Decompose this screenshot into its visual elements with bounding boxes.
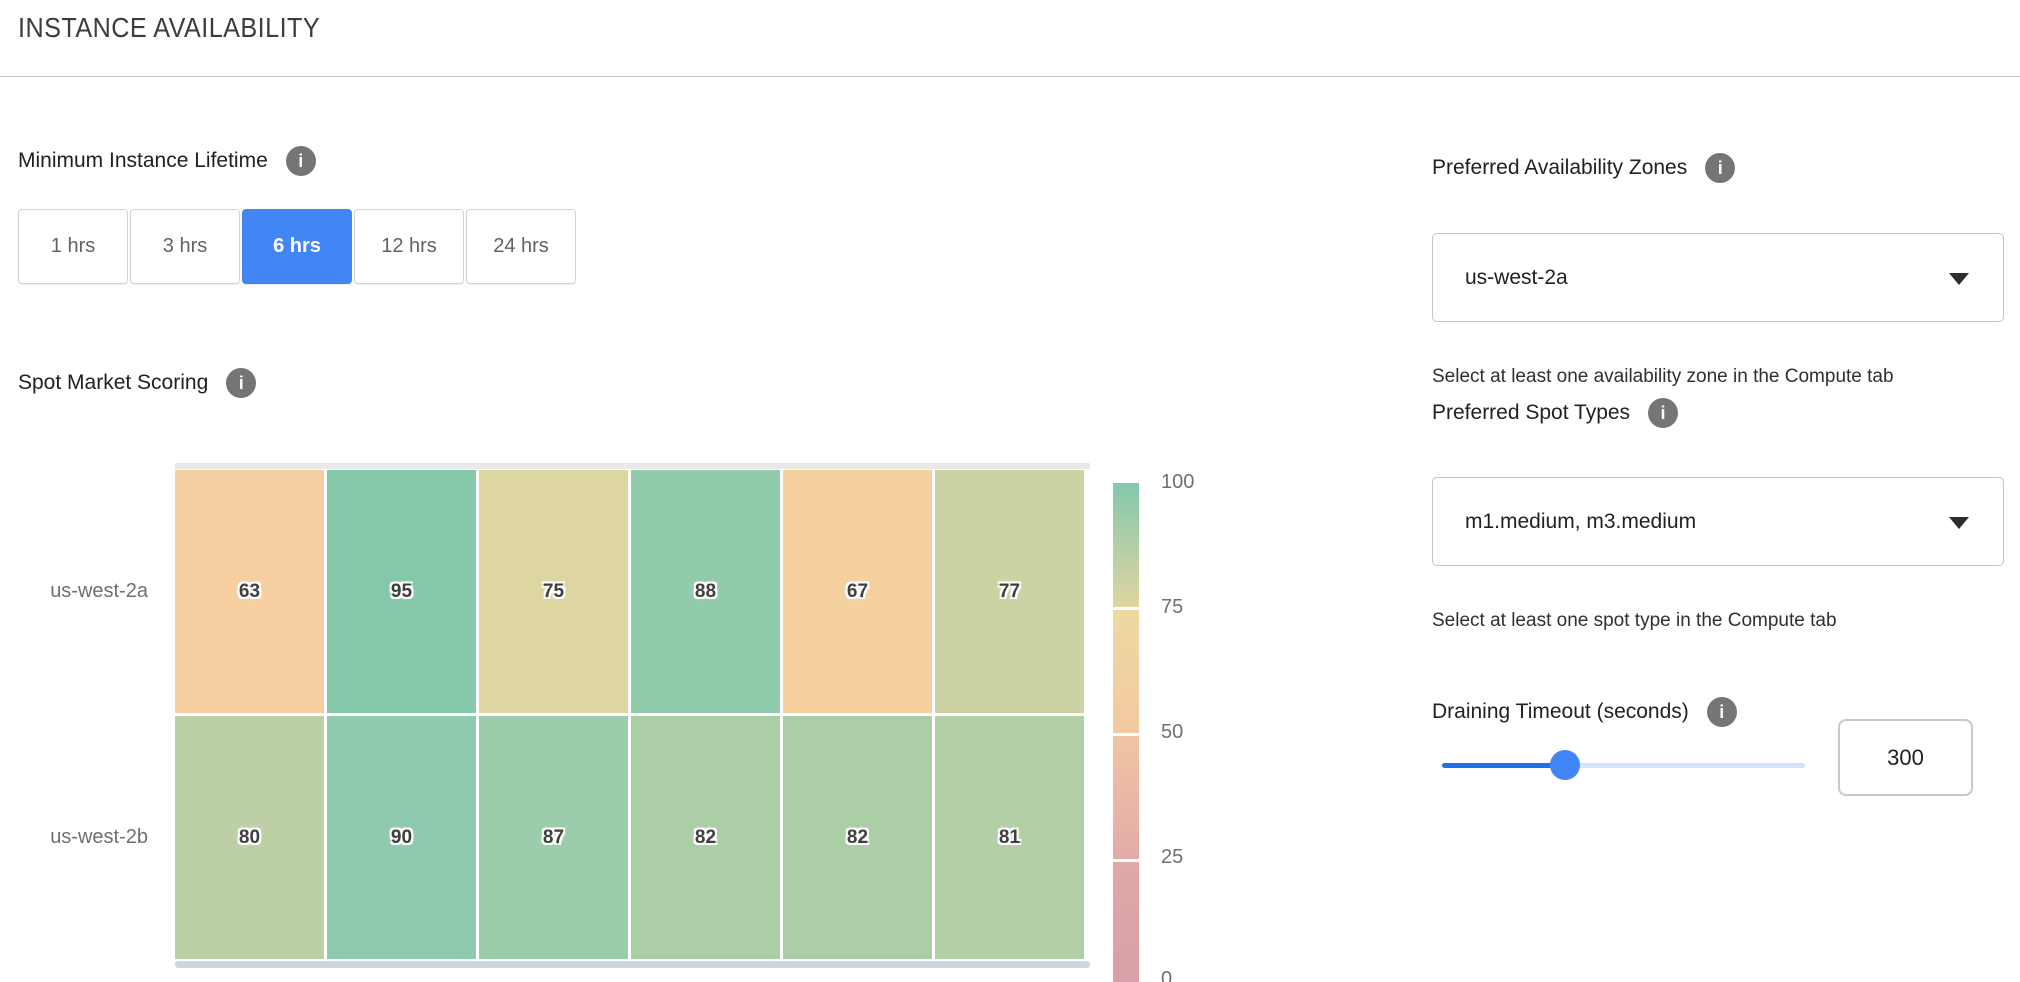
heatmap-row-us-west-2a: 63 95 75 88 67 77: [175, 470, 1084, 713]
colorbar-segment: [1113, 610, 1139, 733]
heatmap-top-strip: [175, 463, 1090, 469]
heatmap-cell: 82: [783, 716, 932, 959]
heatmap-cell-value: 82: [847, 827, 868, 849]
draining-timeout-slider[interactable]: [1442, 750, 1805, 780]
slider-fill: [1442, 763, 1565, 768]
colorbar-segment: [1113, 736, 1139, 859]
colorbar-tick: 25: [1161, 846, 1231, 869]
draining-timeout-info-icon[interactable]: i: [1707, 697, 1737, 727]
preferred-availability-zones-info-icon[interactable]: i: [1705, 153, 1735, 183]
heatmap-row-label: us-west-2b: [18, 826, 148, 849]
lifetime-option-3-hrs[interactable]: 3 hrs: [130, 209, 240, 284]
colorbar-segment: [1113, 862, 1139, 982]
draining-timeout-label: Draining Timeout (seconds): [1432, 700, 1689, 724]
heatmap-cell-value: 77: [999, 581, 1020, 603]
colorbar-tick: 50: [1161, 721, 1231, 744]
lifetime-option-12-hrs[interactable]: 12 hrs: [354, 209, 464, 284]
colorbar-tick: 100: [1161, 471, 1231, 494]
lifetime-option-24-hrs[interactable]: 24 hrs: [466, 209, 576, 284]
colorbar-tick: 75: [1161, 596, 1231, 619]
lifetime-button-group: 1 hrs3 hrs6 hrs12 hrs24 hrs: [18, 209, 576, 284]
preferred-availability-zones-row: Preferred Availability Zones i: [1432, 153, 1735, 183]
heatmap-cell: 75: [479, 470, 628, 713]
lifetime-option-1-hrs[interactable]: 1 hrs: [18, 209, 128, 284]
heatmap-cell-value: 80: [239, 827, 260, 849]
preferred-spot-types-row: Preferred Spot Types i: [1432, 398, 1678, 428]
heatmap-row-label: us-west-2a: [18, 580, 148, 603]
heatmap-cell-value: 81: [999, 827, 1020, 849]
heatmap-cell-value: 90: [391, 827, 412, 849]
spot-types-helper-text: Select at least one spot type in the Com…: [1432, 610, 1837, 632]
colorbar-segment: [1113, 483, 1139, 607]
minimum-instance-lifetime-label: Minimum Instance Lifetime: [18, 149, 268, 173]
colorbar-tick: 0: [1161, 968, 1231, 982]
heatmap-cell-value: 63: [239, 581, 260, 603]
draining-timeout-row: Draining Timeout (seconds) i: [1432, 697, 1737, 727]
spot-market-scoring-info-icon[interactable]: i: [226, 368, 256, 398]
page-title: INSTANCE AVAILABILITY: [18, 12, 320, 44]
heatmap-bottom-strip: [175, 961, 1090, 968]
heatmap-cell: 87: [479, 716, 628, 959]
slider-thumb[interactable]: [1550, 750, 1580, 780]
chevron-down-icon: [1949, 517, 1969, 529]
heatmap-cell: 67: [783, 470, 932, 713]
heatmap-cell: 95: [327, 470, 476, 713]
heatmap-cell-value: 87: [543, 827, 564, 849]
heatmap-cell: 82: [631, 716, 780, 959]
header-divider: [0, 76, 2020, 77]
spot-types-dropdown[interactable]: m1.medium, m3.medium: [1432, 477, 2004, 566]
availability-zones-dropdown[interactable]: us-west-2a: [1432, 233, 2004, 322]
heatmap-cell: 63: [175, 470, 324, 713]
chevron-down-icon: [1949, 273, 1969, 285]
heatmap-cell-value: 67: [847, 581, 868, 603]
spot-market-scoring-row: Spot Market Scoring i: [18, 368, 256, 398]
instance-availability-page: INSTANCE AVAILABILITY Minimum Instance L…: [0, 0, 2020, 982]
spot-market-heatmap: 63 95 75 88 67 77 80 90 87 82 82 81: [175, 470, 1084, 959]
availability-zones-helper-text: Select at least one availability zone in…: [1432, 366, 1894, 388]
heatmap-cell: 88: [631, 470, 780, 713]
heatmap-cell: 77: [935, 470, 1084, 713]
lifetime-option-6-hrs[interactable]: 6 hrs: [242, 209, 352, 284]
minimum-instance-lifetime-row: Minimum Instance Lifetime i: [18, 146, 316, 176]
heatmap-cell: 80: [175, 716, 324, 959]
heatmap-cell: 90: [327, 716, 476, 959]
preferred-spot-types-info-icon[interactable]: i: [1648, 398, 1678, 428]
draining-timeout-input[interactable]: [1838, 719, 1973, 796]
heatmap-cell-value: 95: [391, 581, 412, 603]
spot-types-dropdown-value: m1.medium, m3.medium: [1465, 510, 1696, 534]
heatmap-cell: 81: [935, 716, 1084, 959]
heatmap-row-us-west-2b: 80 90 87 82 82 81: [175, 716, 1084, 959]
preferred-availability-zones-label: Preferred Availability Zones: [1432, 156, 1687, 180]
heatmap-cell-value: 88: [695, 581, 716, 603]
preferred-spot-types-label: Preferred Spot Types: [1432, 401, 1630, 425]
heatmap-cell-value: 75: [543, 581, 564, 603]
availability-zones-dropdown-value: us-west-2a: [1465, 266, 1568, 290]
minimum-instance-lifetime-info-icon[interactable]: i: [286, 146, 316, 176]
spot-market-scoring-label: Spot Market Scoring: [18, 371, 208, 395]
heatmap-cell-value: 82: [695, 827, 716, 849]
